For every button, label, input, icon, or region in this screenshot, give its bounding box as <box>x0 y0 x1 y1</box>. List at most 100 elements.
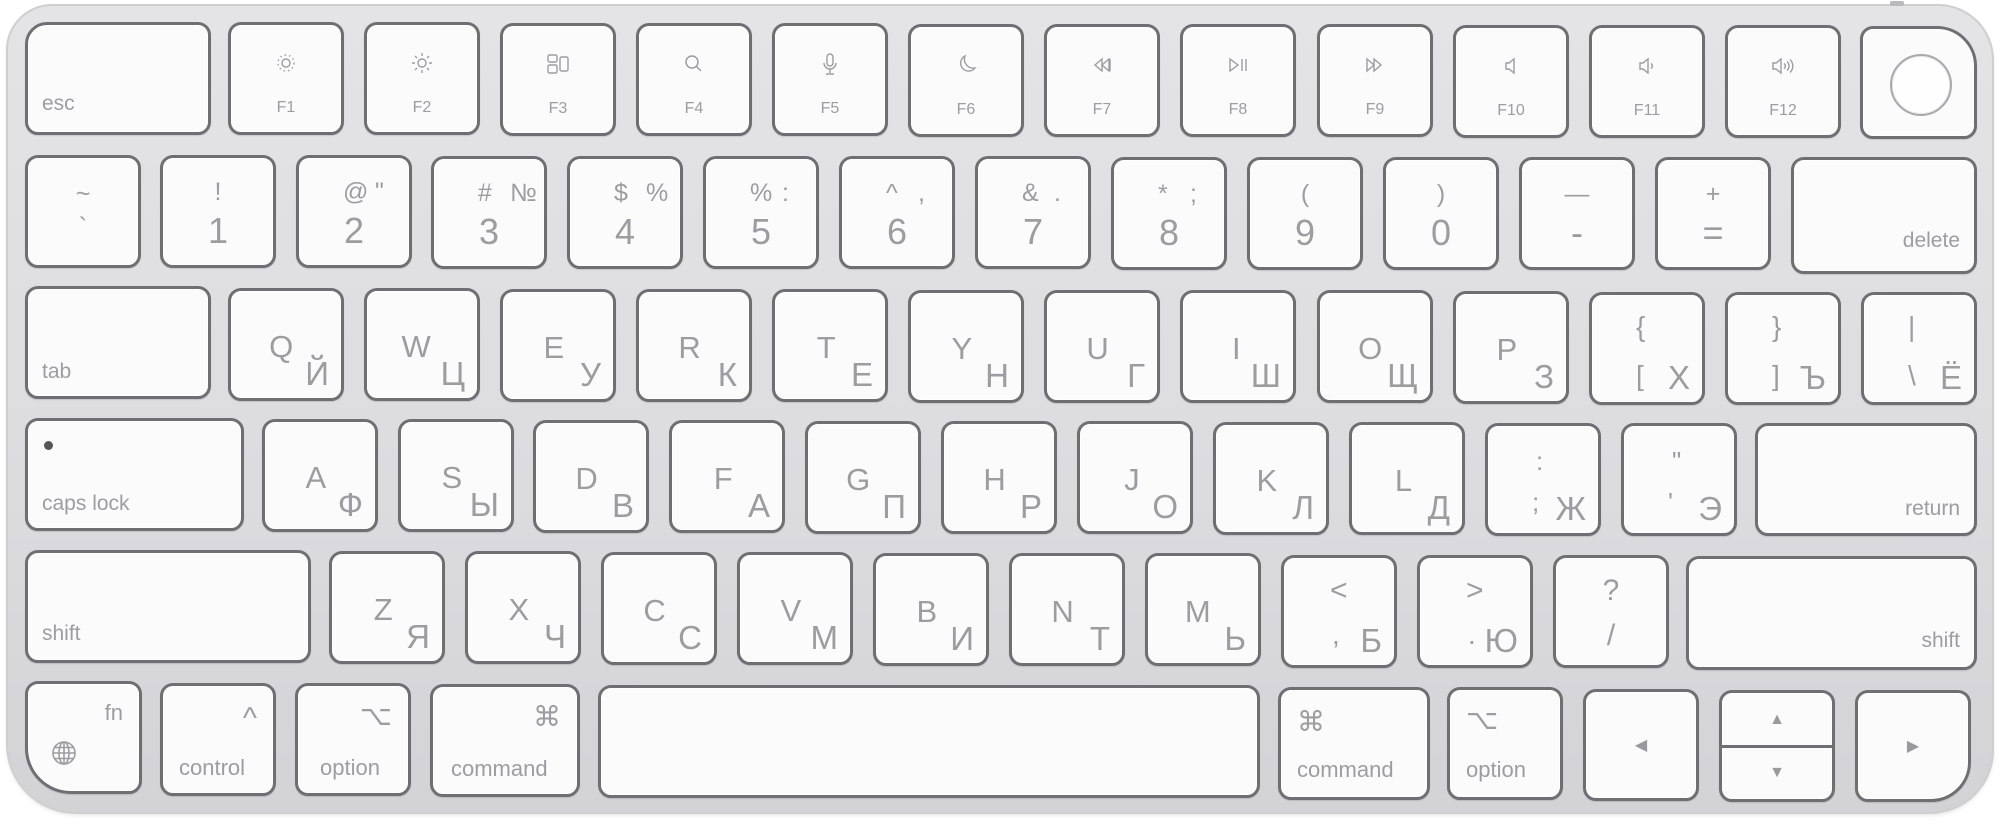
key-m[interactable]: MЬ <box>1145 553 1261 667</box>
key-bottom-symbol: = <box>1702 212 1724 254</box>
key-bottom-symbol: [ <box>1636 360 1644 391</box>
key-e[interactable]: EУ <box>500 288 616 402</box>
key-f6[interactable]: F6 <box>908 23 1024 137</box>
key-h[interactable]: HР <box>941 421 1057 534</box>
touch-id-icon[interactable] <box>1889 53 1952 116</box>
key-f9[interactable]: F9 <box>1317 24 1433 138</box>
key-f5[interactable]: F5 <box>772 23 888 137</box>
key-b[interactable]: BИ <box>873 552 989 666</box>
key-j[interactable]: JО <box>1077 421 1193 535</box>
key-num-4[interactable]: $% 4 <box>567 155 683 269</box>
key-caps-lock[interactable]: caps lock <box>25 418 244 531</box>
key-top-symbol: } <box>1772 311 1782 342</box>
key-num-7[interactable]: &. 7 <box>975 156 1091 270</box>
key-top-symbol: # <box>478 178 492 207</box>
key-num-10[interactable]: ) 0 <box>1383 157 1499 270</box>
key-cyrillic-letter: П <box>882 487 906 525</box>
key-shift-right[interactable]: shift <box>1686 556 1977 670</box>
key-c[interactable]: CС <box>601 551 717 665</box>
key-s[interactable]: SЫ <box>398 419 514 533</box>
key-x[interactable]: XЧ <box>465 551 581 665</box>
key-f7[interactable]: F7 <box>1044 23 1160 137</box>
key-space[interactable] <box>598 685 1260 798</box>
key-num-8[interactable]: *; 8 <box>1111 156 1227 270</box>
key-option-right[interactable]: ⌥ option <box>1447 687 1563 800</box>
key-esc[interactable]: esc <box>25 22 211 135</box>
key-arrow-left[interactable]: ◀ <box>1583 689 1699 801</box>
key-command-left[interactable]: ⌘ command <box>430 684 580 797</box>
key-f4[interactable]: F4 <box>636 22 752 136</box>
key-w[interactable]: WЦ <box>364 288 480 402</box>
key-r[interactable]: RК <box>636 288 752 402</box>
key-u[interactable]: UГ <box>1044 289 1160 403</box>
key-num-6[interactable]: ^, 6 <box>839 156 955 270</box>
key-g[interactable]: GП <box>805 420 921 534</box>
key-cyrillic-letter: Б <box>1360 622 1382 659</box>
key-top-symbol: @ <box>343 178 369 207</box>
key-bottom-symbol: 4 <box>614 210 636 252</box>
key-top-alt-symbol: ; <box>1190 179 1197 208</box>
key-tab[interactable]: tab <box>25 286 211 399</box>
key-y[interactable]: YН <box>908 289 1024 403</box>
key-punct-0[interactable]: :; Ж <box>1485 423 1601 536</box>
key-p[interactable]: PЗ <box>1453 290 1569 404</box>
key-f11[interactable]: F11 <box>1589 25 1705 138</box>
key-f8[interactable]: F8 <box>1180 24 1296 138</box>
key-num-11[interactable]: — - <box>1519 157 1635 271</box>
key-q[interactable]: QЙ <box>228 288 344 401</box>
key-bottom-symbol: 8 <box>1158 211 1180 253</box>
key-top-symbol: | <box>1908 311 1916 342</box>
key-f1[interactable]: F1 <box>228 22 344 135</box>
key-f3[interactable]: F3 <box>500 22 616 136</box>
key-punct-1[interactable]: >. Ю <box>1417 555 1533 668</box>
key-arrow-down[interactable]: ▼ <box>1722 746 1832 799</box>
key-num-3[interactable]: # № 3 <box>431 155 547 269</box>
key-num-1[interactable]: ! 1 <box>160 155 276 269</box>
key-f2[interactable]: F2 <box>364 22 480 136</box>
key-cyrillic-letter: Ю <box>1484 622 1518 659</box>
key-option-left[interactable]: ⌥ option <box>295 683 411 796</box>
key-command-right[interactable]: ⌘ command <box>1278 687 1430 800</box>
key-f12[interactable]: F12 <box>1725 25 1841 139</box>
key-bracket-2[interactable]: | \ Ё <box>1861 292 1977 405</box>
arrow-left-icon: ◀ <box>1634 737 1648 754</box>
key-o[interactable]: OЩ <box>1317 290 1433 404</box>
key-num-9[interactable]: (9 <box>1247 156 1363 270</box>
key-k[interactable]: KЛ <box>1213 421 1329 535</box>
key-d[interactable]: DВ <box>533 419 649 533</box>
key-control[interactable]: ^ control <box>160 683 276 796</box>
key-bottom-symbol: . <box>1468 619 1476 650</box>
key-t[interactable]: TЕ <box>772 289 888 403</box>
key-arrow-up[interactable]: ▲ <box>1722 693 1832 746</box>
key-f[interactable]: FА <box>669 420 785 534</box>
key-cyrillic-letter: Г <box>1127 356 1145 394</box>
key-z[interactable]: ZЯ <box>329 551 445 664</box>
key-arrow-right[interactable]: ▶ <box>1855 690 1971 802</box>
key-touch-id[interactable] <box>1860 26 1977 139</box>
key-v[interactable]: VМ <box>737 552 853 666</box>
key-delete[interactable]: delete <box>1791 157 1977 274</box>
key-f10[interactable]: F10 <box>1453 24 1569 138</box>
key-num-5[interactable]: %:5 <box>703 156 819 269</box>
key-num-0[interactable]: ~ ` <box>25 155 141 268</box>
key-bracket-0[interactable]: {[Х <box>1589 292 1705 405</box>
key-bracket-1[interactable]: }] Ъ <box>1725 292 1841 405</box>
key-return[interactable]: return <box>1755 423 1977 536</box>
key-latin-letter: X <box>508 592 530 628</box>
key-a[interactable]: AФ <box>262 419 378 532</box>
key-cyrillic-letter: Я <box>406 618 430 655</box>
key-num-12[interactable]: + = <box>1655 157 1771 271</box>
key-top-symbol: ( <box>1300 179 1310 208</box>
key-label: F2 <box>412 99 432 117</box>
key-num-2[interactable]: @ " 2 <box>296 155 412 269</box>
key-punct-1[interactable]: " ' Э <box>1621 423 1737 536</box>
key-i[interactable]: IШ <box>1180 290 1296 404</box>
key-fn-globe[interactable]: fn <box>25 681 142 794</box>
key-bottom-symbol: - <box>1571 212 1583 254</box>
key-l[interactable]: LД <box>1349 422 1465 536</box>
key-punct-0[interactable]: <, Б <box>1281 555 1397 668</box>
key-shift-left[interactable]: shift <box>25 550 311 663</box>
key-n[interactable]: NТ <box>1009 553 1125 666</box>
key-punct-2[interactable]: ? / <box>1553 555 1669 668</box>
key-cyrillic-letter: У <box>580 355 601 393</box>
